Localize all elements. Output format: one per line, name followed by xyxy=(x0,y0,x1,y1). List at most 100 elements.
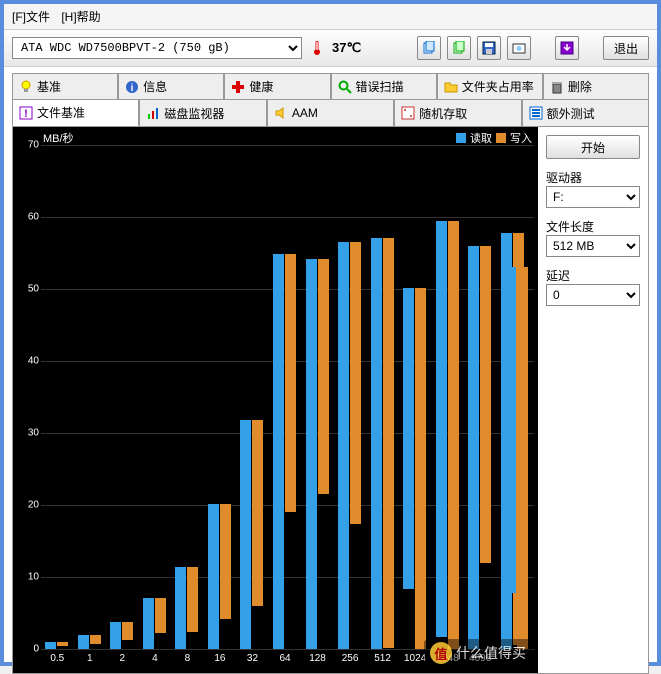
x-tick: 16 xyxy=(214,653,225,664)
bar-读取 xyxy=(240,420,251,649)
tab-tabs-sub-2[interactable]: AAM xyxy=(267,99,394,126)
x-tick: 0.5 xyxy=(50,653,64,664)
bar-读取 xyxy=(78,635,89,649)
random-icon xyxy=(401,106,415,120)
tab-label: 健康 xyxy=(249,78,273,95)
download-icon[interactable] xyxy=(555,36,579,60)
x-tick: 1024 xyxy=(404,653,426,664)
watermark: 值 什么值得买 xyxy=(424,639,532,667)
legend-write-label: 写入 xyxy=(510,130,532,146)
bar-读取 xyxy=(403,288,414,589)
tab-tabs-sub-1[interactable]: 磁盘监视器 xyxy=(139,99,266,126)
save-icon[interactable] xyxy=(477,36,501,60)
filesize-label: 文件长度 xyxy=(546,218,640,235)
tab-tabs-top-5[interactable]: 删除 xyxy=(543,73,649,99)
legend-read-label: 读取 xyxy=(470,130,492,146)
bar-写入 xyxy=(187,567,198,631)
y-tick: 0 xyxy=(33,644,39,655)
tab-tabs-top-4[interactable]: 文件夹占用率 xyxy=(437,73,543,99)
bar-读取 xyxy=(143,598,154,649)
tab-tabs-sub-4[interactable]: 额外测试 xyxy=(522,99,649,126)
x-tick: 256 xyxy=(342,653,359,664)
bar-写入 xyxy=(57,642,68,646)
menu-file[interactable]: [F]文件 xyxy=(12,10,50,24)
y-tick: 60 xyxy=(28,212,39,223)
screenshot-icon[interactable] xyxy=(507,36,531,60)
bar-读取 xyxy=(436,221,447,637)
extra-icon xyxy=(529,106,543,120)
tab-label: 错误扫描 xyxy=(356,78,404,95)
drive-select[interactable]: F: xyxy=(546,186,640,208)
tab-label: 磁盘监视器 xyxy=(164,105,224,122)
y-tick: 50 xyxy=(28,284,39,295)
bar-写入 xyxy=(285,254,296,513)
chart-icon xyxy=(146,106,160,120)
svg-text:!: ! xyxy=(24,108,28,120)
x-tick: 2 xyxy=(120,653,126,664)
bulb-icon xyxy=(19,80,33,94)
y-tick: 10 xyxy=(28,572,39,583)
x-tick: 4 xyxy=(152,653,158,664)
exclaim-icon: ! xyxy=(19,106,33,120)
y-tick: 30 xyxy=(28,428,39,439)
tab-label: 文件基准 xyxy=(37,104,85,121)
bar-读取 xyxy=(371,238,382,649)
device-select[interactable]: ATA WDC WD7500BPVT-2 (750 gB) xyxy=(12,37,302,59)
y-tick: 70 xyxy=(28,140,39,151)
thermometer-icon xyxy=(308,39,326,57)
speaker-icon xyxy=(274,106,288,120)
tab-tabs-top-1[interactable]: i 信息 xyxy=(118,73,224,99)
tab-label: 信息 xyxy=(143,78,167,95)
x-tick: 128 xyxy=(309,653,326,664)
bar-读取 xyxy=(306,259,317,649)
folder-icon xyxy=(444,80,458,94)
exit-button[interactable]: 退出 xyxy=(603,36,649,60)
drive-label: 驱动器 xyxy=(546,169,640,186)
tab-label: 随机存取 xyxy=(419,105,467,122)
y-axis-label: MB/秒 xyxy=(43,130,74,146)
bar-写入 xyxy=(350,242,361,524)
bar-读取 xyxy=(338,242,349,649)
bar-写入 xyxy=(318,259,329,494)
tab-tabs-top-0[interactable]: 基准 xyxy=(12,73,118,99)
y-tick: 20 xyxy=(28,500,39,511)
filesize-select[interactable]: 512 MB xyxy=(546,235,640,257)
tab-label: 文件夹占用率 xyxy=(462,78,534,95)
bar-extra_read xyxy=(505,267,516,592)
bar-写入 xyxy=(383,238,394,648)
delay-label: 延迟 xyxy=(546,267,640,284)
legend-read-swatch xyxy=(456,133,466,143)
bar-extra_write xyxy=(517,267,528,649)
temperature-value: 37℃ xyxy=(332,40,361,56)
tab-label: 额外测试 xyxy=(547,105,595,122)
bar-读取 xyxy=(273,254,284,649)
bar-读取 xyxy=(468,246,479,649)
tab-label: AAM xyxy=(292,106,318,120)
x-tick: 8 xyxy=(185,653,191,664)
delay-select[interactable]: 0 xyxy=(546,284,640,306)
tab-tabs-top-3[interactable]: 错误扫描 xyxy=(331,73,437,99)
bar-写入 xyxy=(448,221,459,649)
x-tick: 512 xyxy=(374,653,391,664)
tab-tabs-top-2[interactable]: 健康 xyxy=(224,73,330,99)
copy-icon[interactable] xyxy=(417,36,441,60)
y-tick: 40 xyxy=(28,356,39,367)
magnify-icon xyxy=(338,80,352,94)
cross-icon xyxy=(231,80,245,94)
menu-help[interactable]: [H]帮助 xyxy=(61,10,100,24)
legend-write-swatch xyxy=(496,133,506,143)
bar-读取 xyxy=(175,567,186,649)
tab-label: 基准 xyxy=(37,78,61,95)
trash-icon xyxy=(550,80,564,94)
tab-tabs-sub-3[interactable]: 随机存取 xyxy=(394,99,521,126)
info-icon: i xyxy=(125,80,139,94)
svg-text:i: i xyxy=(131,83,134,94)
bar-写入 xyxy=(155,598,166,633)
x-tick: 1 xyxy=(87,653,93,664)
bar-读取 xyxy=(45,642,56,649)
bar-写入 xyxy=(90,635,101,644)
start-button[interactable]: 开始 xyxy=(546,135,640,159)
tab-tabs-sub-0[interactable]: ! 文件基准 xyxy=(12,99,139,126)
copy2-icon[interactable] xyxy=(447,36,471,60)
bar-写入 xyxy=(220,504,231,618)
